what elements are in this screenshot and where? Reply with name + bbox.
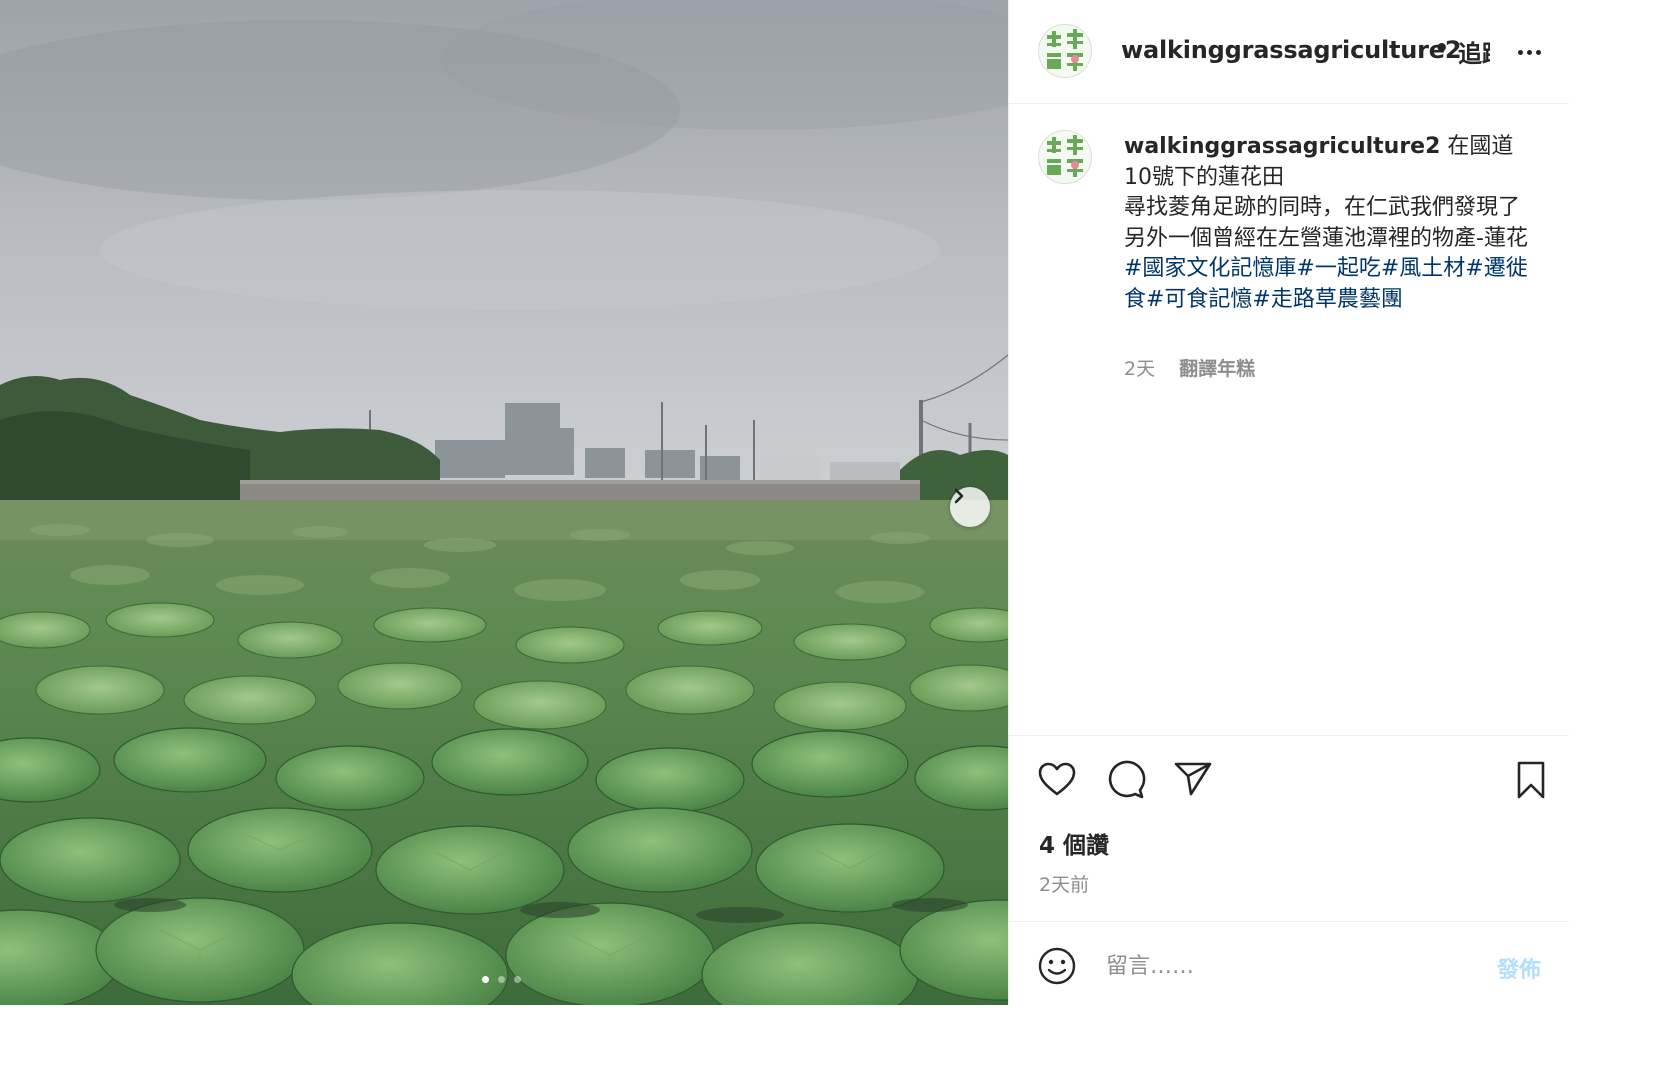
walking-grass-logo-icon — [1039, 131, 1091, 183]
post-header: walkinggrassagriculture2 • 追蹤 — [1009, 0, 1569, 104]
comment-input[interactable] — [1106, 948, 1466, 984]
lotus-field-photo — [0, 0, 1008, 1005]
post-comment-button[interactable]: 發佈 — [1497, 952, 1541, 984]
avatar[interactable] — [1038, 24, 1092, 78]
caption-text: walkinggrassagriculture2 在國道10號下的蓮花田 尋找菱… — [1124, 132, 1529, 315]
comment-icon — [1108, 760, 1146, 799]
carousel-next-button[interactable] — [950, 487, 990, 527]
more-horizontal-icon — [1517, 49, 1523, 55]
more-horizontal-icon — [1526, 49, 1532, 55]
post-photo[interactable] — [0, 0, 1008, 1005]
emoji-button[interactable] — [1037, 946, 1077, 986]
caption-time[interactable]: 2天 — [1124, 358, 1155, 380]
comment-button[interactable] — [1106, 760, 1146, 800]
walking-grass-logo-icon — [1039, 25, 1091, 77]
comment-bar: 發佈 — [1009, 921, 1569, 1005]
carousel-dot-active — [482, 976, 489, 983]
separator-dot: • — [1434, 34, 1450, 62]
more-horizontal-icon — [1535, 49, 1541, 55]
translate-button[interactable]: 翻譯年糕 — [1179, 358, 1255, 380]
heart-icon — [1038, 762, 1076, 796]
chevron-right-icon — [954, 488, 964, 504]
username-link[interactable]: walkinggrassagriculture2 — [1121, 36, 1462, 64]
carousel-dot — [498, 976, 505, 983]
share-button[interactable] — [1173, 760, 1213, 800]
caption-hashtags[interactable]: #國家文化記憶庫#一起吃#風土材#遷徙食#可食記憶#走路草農藝團 — [1124, 256, 1528, 312]
bookmark-icon — [1517, 761, 1545, 799]
carousel-indicator — [482, 976, 521, 983]
caption-meta: 2天 翻譯年糕 — [1124, 354, 1255, 381]
caption-avatar[interactable] — [1038, 130, 1092, 184]
caption-line: 尋找菱角足跡的同時，在仁武我們發現了另外一個曾經在左營蓮池潭裡的物產-蓮花 — [1124, 195, 1528, 251]
follow-button[interactable]: 追蹤 — [1458, 34, 1490, 69]
more-options-button[interactable] — [1514, 38, 1544, 66]
carousel-dot — [514, 976, 521, 983]
smiley-icon — [1038, 947, 1076, 985]
paper-plane-icon — [1174, 762, 1212, 796]
actions-section: 4 個讚 2天前 — [1009, 735, 1569, 921]
like-button[interactable] — [1037, 760, 1077, 800]
post-side-panel: walkinggrassagriculture2 • 追蹤 — [1008, 0, 1569, 1005]
post-date[interactable]: 2天前 — [1039, 870, 1089, 897]
likes-count[interactable]: 4 個讚 — [1039, 826, 1109, 860]
caption-username-link[interactable]: walkinggrassagriculture2 — [1124, 134, 1440, 159]
save-button[interactable] — [1511, 760, 1551, 800]
